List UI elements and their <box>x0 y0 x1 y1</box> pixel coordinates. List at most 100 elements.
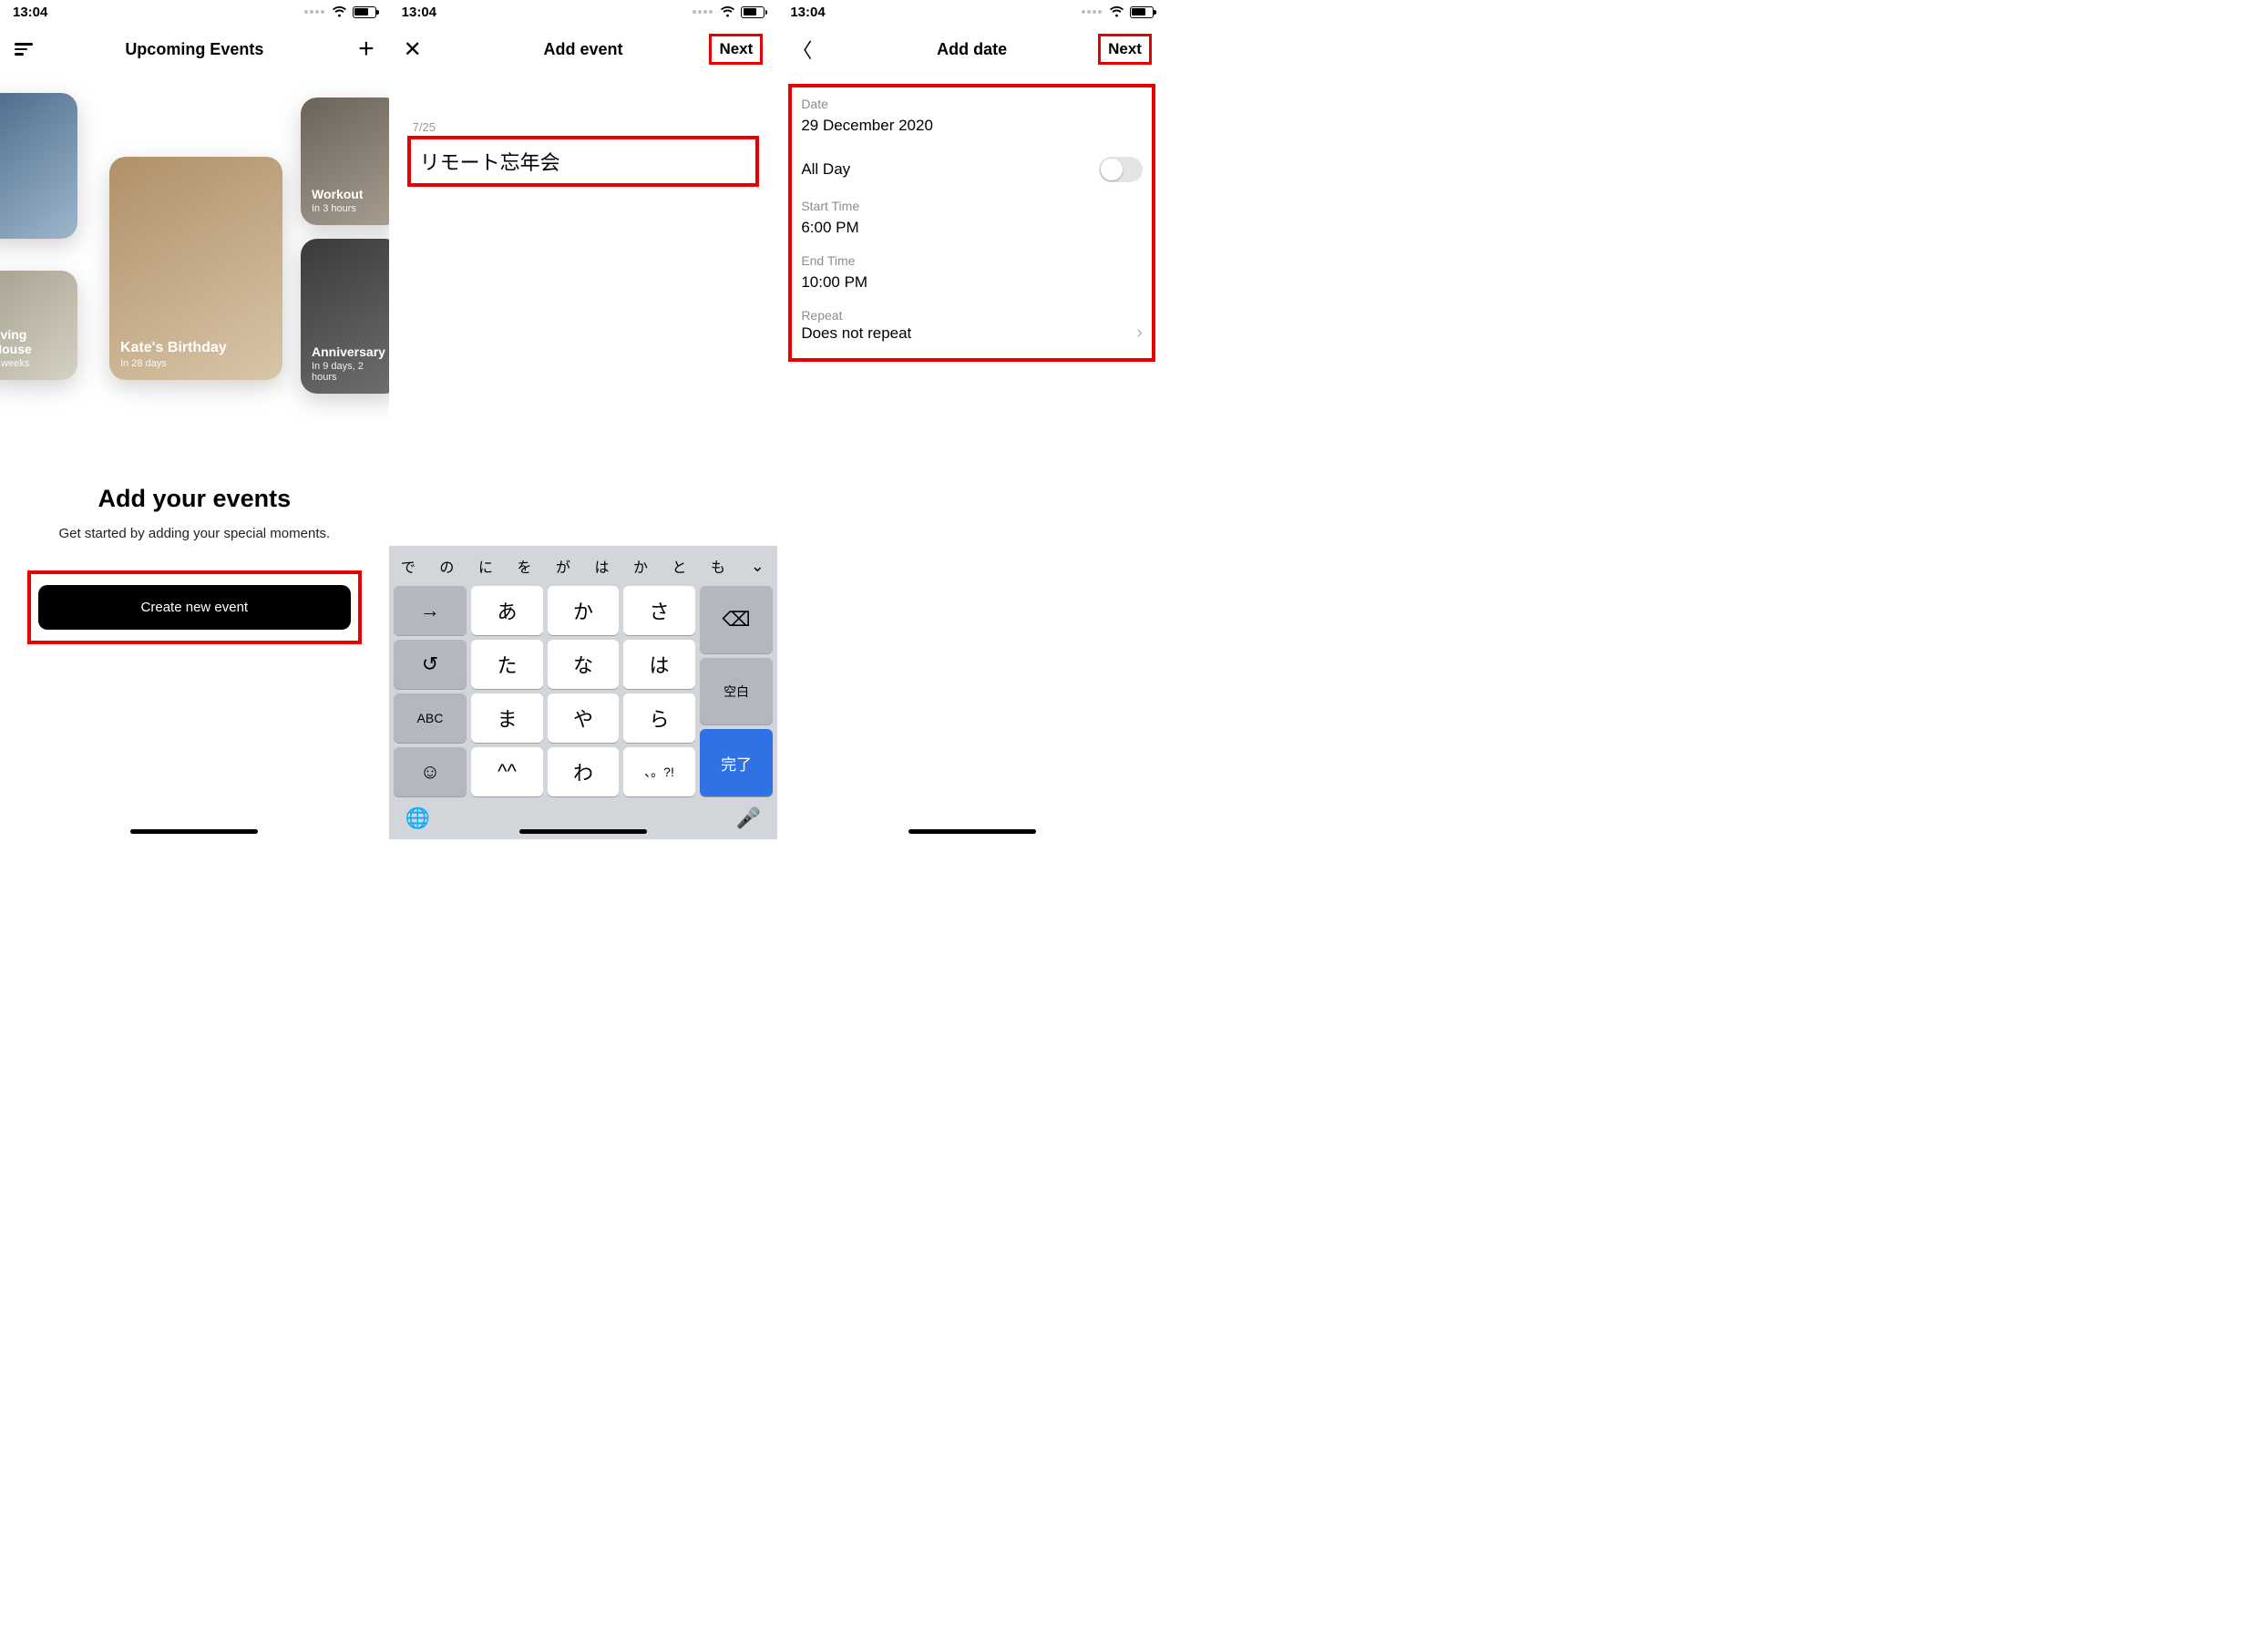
keyboard-suggestions: で の に を が は か と も ⌄ <box>389 546 778 586</box>
cta-area: Add your events Get started by adding yo… <box>0 485 389 543</box>
keyboard-key-done[interactable]: 完了 <box>700 729 774 796</box>
allday-toggle[interactable] <box>1099 157 1143 182</box>
status-right <box>1082 6 1154 18</box>
char-counter: 7/25 <box>389 75 778 134</box>
keyboard-key[interactable]: や <box>548 693 620 743</box>
keyboard-suggestion[interactable]: か <box>621 555 661 577</box>
nav-bar: 〈 Add date Next <box>777 24 1166 75</box>
event-card-title: Anniversary <box>312 344 389 359</box>
add-event-icon[interactable]: + <box>358 36 375 63</box>
event-card[interactable] <box>0 93 77 239</box>
battery-icon <box>353 6 376 18</box>
keyboard-key-emoji[interactable]: ☺ <box>394 747 467 796</box>
end-time-value[interactable]: 10:00 PM <box>801 273 1143 292</box>
cta-highlight: Create new event <box>27 570 362 644</box>
keyboard-key[interactable]: さ <box>623 586 695 635</box>
screen-add-date: 13:04 〈 Add date Next Date 29 December 2… <box>777 0 1166 839</box>
status-bar: 13:04 <box>0 0 389 24</box>
repeat-value: Does not repeat <box>801 324 911 343</box>
nav-bar: ✕ Add event Next <box>389 24 778 75</box>
start-time-label: Start Time <box>801 199 1143 213</box>
keyboard-key-arrow[interactable]: → <box>394 586 467 635</box>
keyboard-suggestion[interactable]: を <box>505 555 544 577</box>
allday-label: All Day <box>801 160 850 179</box>
keyboard-suggestion[interactable]: と <box>660 555 699 577</box>
event-card-title: oving House <box>0 327 67 356</box>
date-settings-panel: Date 29 December 2020 All Day Start Time… <box>788 84 1155 362</box>
keyboard: で の に を が は か と も ⌄ → ↺ ABC ☺ あ か さ <box>389 546 778 839</box>
keyboard-suggestion[interactable]: の <box>427 555 467 577</box>
event-card[interactable]: Kate's Birthday In 28 days <box>109 157 282 380</box>
screen-upcoming-events: 13:04 Upcoming Events + oving House 6 we… <box>0 0 389 839</box>
event-card-subtitle: In 3 hours <box>312 203 389 214</box>
close-icon[interactable]: ✕ <box>404 36 422 63</box>
status-time: 13:04 <box>13 5 47 20</box>
page-title: Add date <box>937 40 1007 59</box>
keyboard-key[interactable]: た <box>471 640 543 689</box>
keyboard-key-abc[interactable]: ABC <box>394 693 467 743</box>
battery-icon <box>741 6 765 18</box>
keyboard-key-undo[interactable]: ↺ <box>394 640 467 689</box>
home-indicator[interactable] <box>519 829 647 834</box>
keyboard-suggestion[interactable]: も <box>699 555 738 577</box>
menu-icon[interactable] <box>15 40 33 58</box>
keyboard-key[interactable]: か <box>548 586 620 635</box>
cellular-dots-icon <box>1082 10 1102 14</box>
globe-icon[interactable]: 🌐 <box>405 806 430 830</box>
date-label: Date <box>801 97 1143 111</box>
status-bar: 13:04 <box>389 0 778 24</box>
status-right <box>693 6 765 18</box>
start-time-value[interactable]: 6:00 PM <box>801 219 1143 237</box>
home-indicator[interactable] <box>130 829 258 834</box>
event-card[interactable]: oving House 6 weeks <box>0 271 77 380</box>
keyboard-key[interactable]: ら <box>623 693 695 743</box>
wifi-icon <box>720 6 735 18</box>
nav-bar: Upcoming Events + <box>0 24 389 75</box>
keyboard-key[interactable]: ^^ <box>471 747 543 796</box>
event-card-subtitle: In 9 days, 2 hours <box>312 361 389 383</box>
event-name-input[interactable]: リモート忘年会 <box>407 136 760 187</box>
chevron-down-icon[interactable]: ⌄ <box>737 557 777 576</box>
keyboard-key[interactable]: は <box>623 640 695 689</box>
keyboard-key[interactable]: あ <box>471 586 543 635</box>
home-indicator[interactable] <box>908 829 1036 834</box>
event-cards-carousel[interactable]: oving House 6 weeks Kate's Birthday In 2… <box>0 93 389 430</box>
keyboard-key[interactable]: わ <box>548 747 620 796</box>
status-time: 13:04 <box>790 5 825 20</box>
wifi-icon <box>332 6 347 18</box>
screen-add-event: 13:04 ✕ Add event Next 7/25 リモート忘年会 で の … <box>389 0 778 839</box>
battery-icon <box>1130 6 1154 18</box>
cta-title: Add your events <box>22 485 367 513</box>
mic-icon[interactable]: 🎤 <box>736 806 761 830</box>
event-card[interactable]: Workout In 3 hours <box>301 98 389 225</box>
status-time: 13:04 <box>402 5 436 20</box>
repeat-row[interactable]: Does not repeat › <box>801 323 1143 344</box>
event-card[interactable]: Anniversary In 9 days, 2 hours <box>301 239 389 394</box>
event-card-subtitle: 6 weeks <box>0 358 67 369</box>
back-icon[interactable]: 〈 <box>792 35 812 64</box>
create-event-button[interactable]: Create new event <box>38 585 351 630</box>
status-bar: 13:04 <box>777 0 1166 24</box>
date-value[interactable]: 29 December 2020 <box>801 117 1143 135</box>
keyboard-suggestion[interactable]: で <box>389 555 428 577</box>
page-title: Upcoming Events <box>125 40 263 59</box>
keyboard-suggestion[interactable]: が <box>544 555 583 577</box>
status-right <box>304 6 376 18</box>
event-card-title: Workout <box>312 187 389 201</box>
cellular-dots-icon <box>693 10 713 14</box>
keyboard-key-space[interactable]: 空白 <box>700 658 774 725</box>
next-button[interactable]: Next <box>1098 34 1152 65</box>
keyboard-key-backspace[interactable]: ⌫ <box>700 586 774 653</box>
cta-subtitle: Get started by adding your special momen… <box>22 524 367 543</box>
cellular-dots-icon <box>304 10 324 14</box>
next-button[interactable]: Next <box>709 34 763 65</box>
end-time-label: End Time <box>801 253 1143 268</box>
keyboard-key[interactable]: 、。?! <box>623 747 695 796</box>
event-card-title: Kate's Birthday <box>120 340 272 356</box>
chevron-right-icon: › <box>1136 323 1143 344</box>
event-card-subtitle: In 28 days <box>120 358 272 369</box>
keyboard-key[interactable]: な <box>548 640 620 689</box>
keyboard-key[interactable]: ま <box>471 693 543 743</box>
keyboard-suggestion[interactable]: は <box>582 555 621 577</box>
keyboard-suggestion[interactable]: に <box>467 555 506 577</box>
